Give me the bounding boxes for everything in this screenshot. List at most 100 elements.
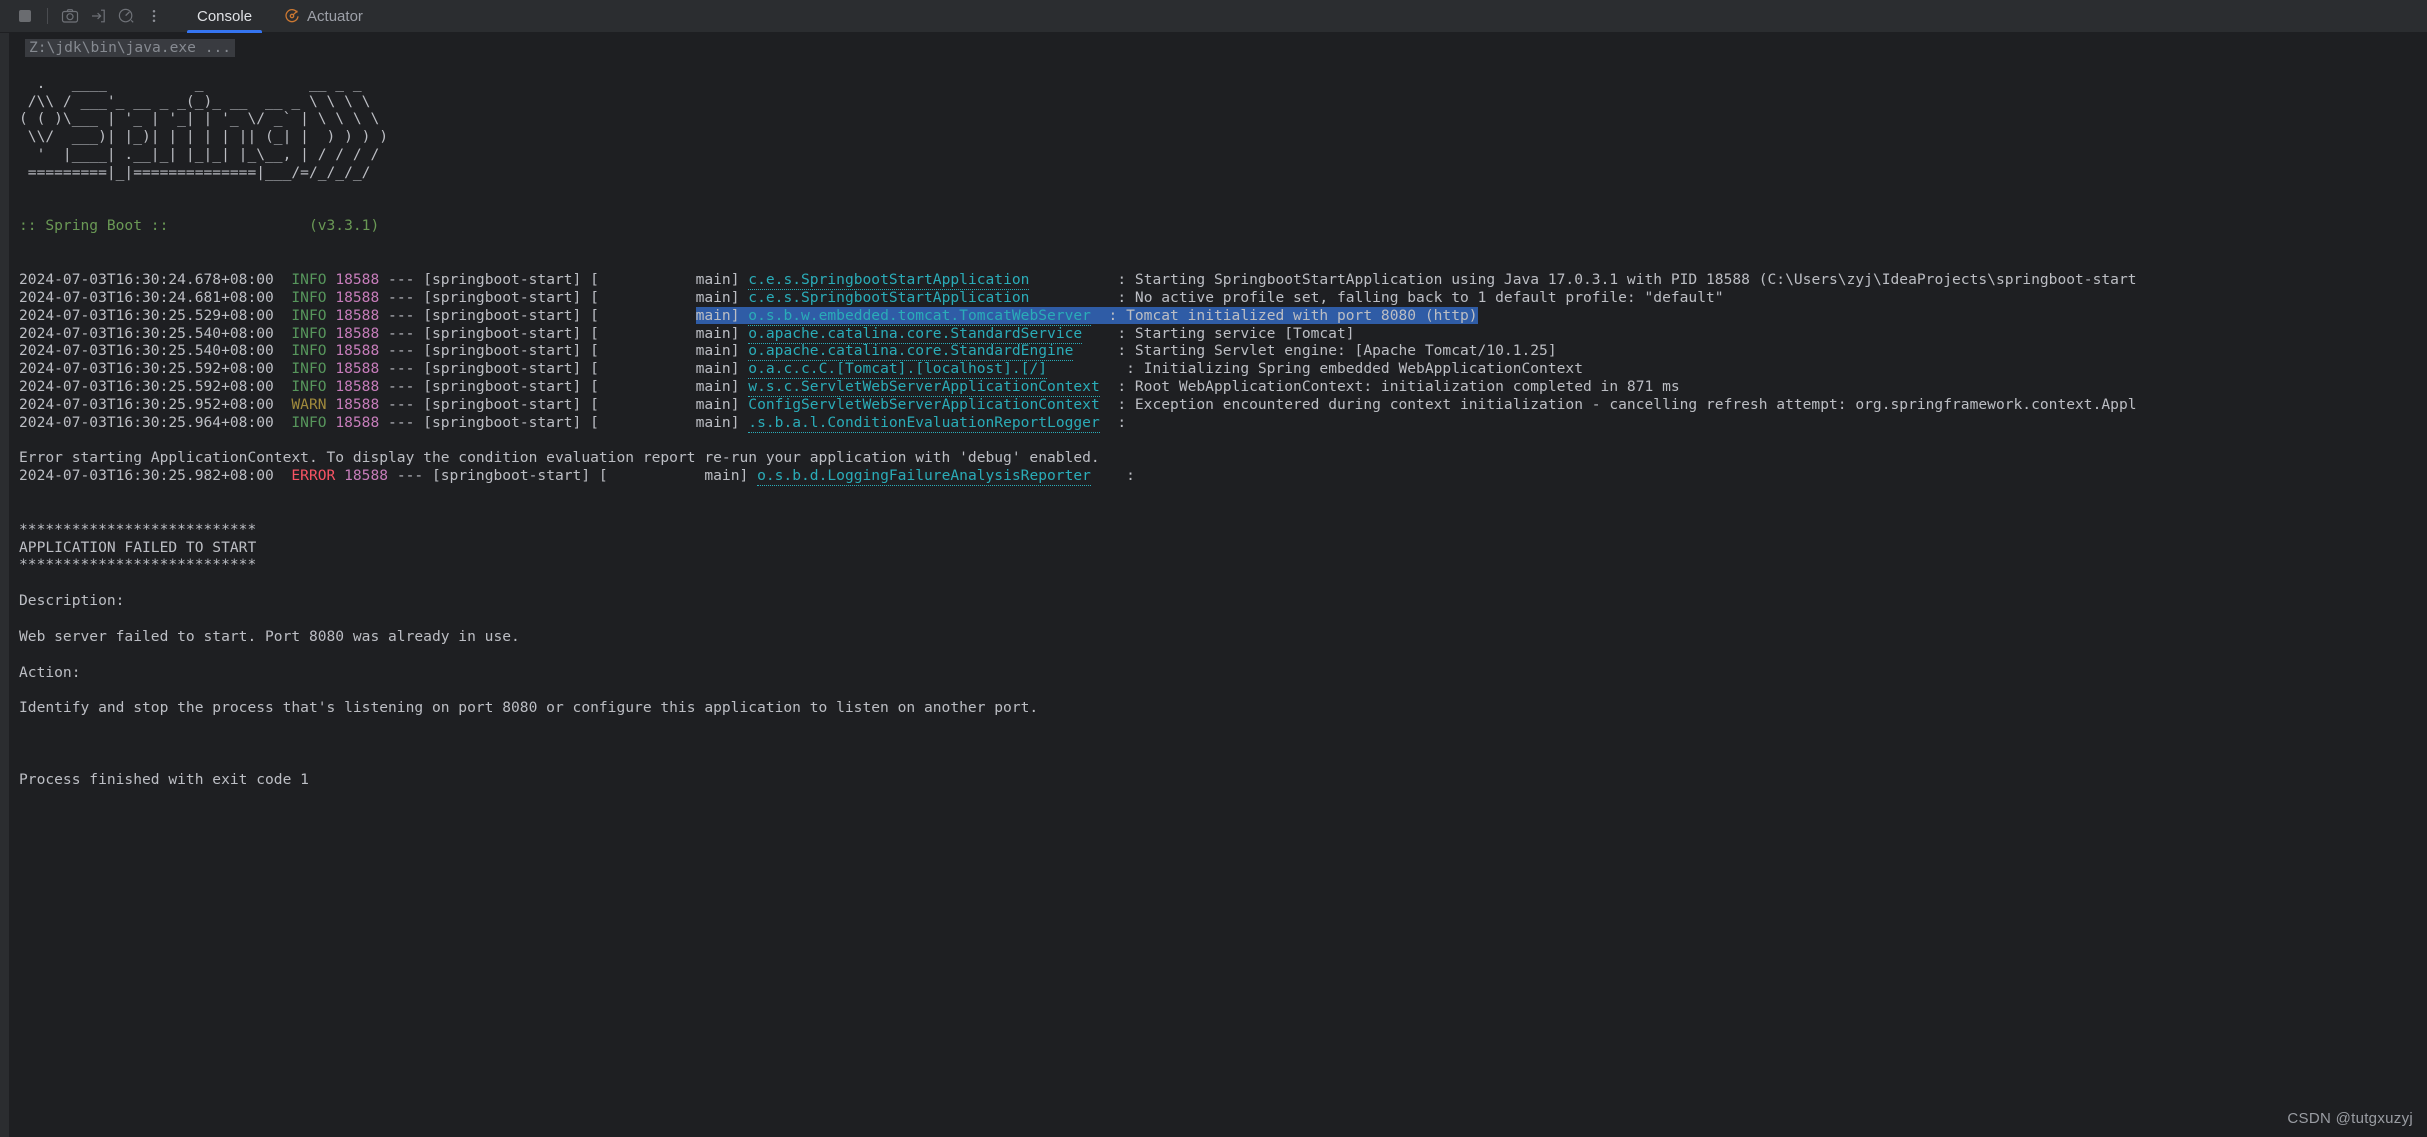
log-line-body: o.a.c.c.C.[Tomcat].[localhost].[/] : Ini… (748, 360, 1583, 380)
log-pid: 18588 (335, 342, 380, 360)
log-line-prefix: 2024-07-03T16:30:25.964+08:00 INFO 18588… (19, 414, 748, 431)
csdn-watermark: CSDN @tutgxuzyj (2287, 1110, 2413, 1127)
log-logger-name[interactable]: o.s.b.w.embedded.tomcat.TomcatWebServer (748, 306, 1091, 326)
log-line-body: c.e.s.SpringbootStartApplication : Start… (748, 270, 2137, 290)
blank-after-action-text-2 (9, 735, 2427, 753)
blank-after-action-text-1 (9, 717, 2427, 735)
tab-console[interactable]: Console (181, 0, 268, 33)
log-logger-name[interactable]: w.s.c.ServletWebServerApplicationContext (748, 378, 1100, 398)
log-message: : Exception encountered during context i… (1099, 395, 2137, 413)
banner-line: ' |____| .__|_| |_|_| |_\__, | / / / / (19, 146, 380, 164)
log-line-error[interactable]: 2024-07-03T16:30:25.982+08:00 ERROR 1858… (9, 467, 2427, 487)
log-line[interactable]: 2024-07-03T16:30:25.592+08:00 INFO 18588… (9, 360, 2427, 380)
console-gutter (0, 33, 9, 1137)
banner-line (9, 182, 2427, 200)
log-logger-name[interactable]: .s.b.a.l.ConditionEvaluationReportLogger (748, 413, 1100, 433)
gauge-icon (118, 8, 134, 23)
export-to-file-button[interactable] (85, 3, 111, 29)
log-message: : No active profile set, falling back to… (1029, 288, 1724, 306)
log-message: : Initializing Spring embedded WebApplic… (1047, 360, 1583, 378)
log-line-prefix: 2024-07-03T16:30:25.540+08:00 INFO 18588… (19, 342, 748, 359)
log-pid: 18588 (335, 288, 380, 306)
log-level: INFO (291, 306, 327, 324)
log-line-body: .s.b.a.l.ConditionEvaluationReportLogger… (748, 413, 1127, 433)
log-message: : Root WebApplicationContext: initializa… (1099, 378, 1680, 396)
log-level: INFO (291, 270, 327, 288)
tab-actuator[interactable]: Actuator (268, 0, 379, 33)
log-logger-name[interactable]: o.apache.catalina.core.StandardService (748, 324, 1083, 344)
log-line[interactable]: 2024-07-03T16:30:25.592+08:00 INFO 18588… (9, 378, 2427, 398)
spring-boot-banner: . ____ _ __ _ _ /\\ / ___'_ __ _ _(_)_ _… (9, 57, 2427, 200)
log-line-body: o.apache.catalina.core.StandardService :… (748, 324, 1355, 344)
log-level: INFO (291, 378, 327, 396)
log-timestamp: 2024-07-03T16:30:25.540+08:00 (19, 342, 292, 360)
log-line-prefix: 2024-07-03T16:30:25.952+08:00 WARN 18588… (19, 396, 748, 413)
actuator-icon (285, 9, 299, 23)
log-line-body: ConfigServletWebServerApplicationContext… (748, 396, 2136, 413)
log-line-prefix: 2024-07-03T16:30:24.678+08:00 INFO 18588… (19, 271, 748, 288)
java-command-text: Z:\jdk\bin\java.exe ... (25, 39, 236, 57)
log-line[interactable]: 2024-07-03T16:30:25.952+08:00 WARN 18588… (9, 396, 2427, 414)
log-message: : Starting SpringbootStartApplication us… (1029, 270, 2137, 288)
log-space (327, 360, 336, 377)
blank-after-description-text (9, 646, 2427, 664)
log-logger-name[interactable]: o.apache.catalina.core.StandardEngine (748, 342, 1074, 362)
log-logger-name[interactable]: o.a.c.c.C.[Tomcat].[localhost].[/] (748, 360, 1048, 380)
log-line-prefix: 2024-07-03T16:30:25.982+08:00 ERROR 1858… (19, 467, 757, 484)
log-line[interactable]: 2024-07-03T16:30:25.540+08:00 INFO 18588… (9, 324, 2427, 344)
console-output[interactable]: Z:\jdk\bin\java.exe ... . ____ _ __ _ _ … (9, 33, 2427, 1137)
failure-rule-bottom: *************************** (19, 556, 257, 574)
banner-line: ( ( )\___ | '_ | '_| | '_ \/ _` | \ \ \ … (19, 110, 380, 128)
log-timestamp: 2024-07-03T16:30:25.592+08:00 (19, 378, 292, 396)
banner-line: . ____ _ __ _ _ (19, 74, 362, 92)
log-space (327, 378, 336, 395)
log-line[interactable]: 2024-07-03T16:30:25.964+08:00 INFO 18588… (9, 413, 2427, 433)
console-command-line: Z:\jdk\bin\java.exe ... (9, 39, 2427, 57)
blank-after-error-2 (9, 503, 2427, 521)
log-timestamp: 2024-07-03T16:30:25.964+08:00 (19, 413, 292, 431)
stop-button[interactable] (12, 3, 38, 29)
run-toolbar: Console Actuator (0, 0, 2427, 33)
spring-boot-version-line: :: Spring Boot :: (v3.3.1) (19, 217, 380, 235)
log-line-selected[interactable]: 2024-07-03T16:30:25.529+08:00 INFO 18588… (9, 306, 2427, 326)
log-thread: --- [springboot-start] [ main] (379, 288, 749, 306)
log-line[interactable]: 2024-07-03T16:30:24.681+08:00 INFO 18588… (9, 288, 2427, 308)
log-pid: 18588 (335, 360, 380, 378)
log-thread: --- [springboot-start] [ main] (379, 270, 749, 288)
log-logger-name[interactable]: c.e.s.SpringbootStartApplication (748, 270, 1030, 290)
log-line-body: c.e.s.SpringbootStartApplication : No ac… (748, 288, 1724, 308)
console-tabs: Console Actuator (181, 0, 379, 33)
log-timestamp: 2024-07-03T16:30:25.540+08:00 (19, 324, 292, 342)
log-timestamp: 2024-07-03T16:30:25.592+08:00 (19, 360, 292, 378)
log-thread: --- [springboot-start] [ main] (379, 324, 749, 342)
log-space (327, 271, 336, 288)
screenshot-button[interactable] (57, 3, 83, 29)
log-level: INFO (291, 413, 327, 431)
log-pid: 18588 (335, 324, 380, 342)
log-thread: --- [springboot-start] [ main] (379, 395, 749, 413)
log-thread-token: main] (695, 306, 749, 324)
soft-wrap-gauge-button[interactable] (113, 3, 139, 29)
log-message: : (1099, 413, 1127, 431)
process-exit-line: Process finished with exit code 1 (19, 770, 309, 788)
log-line-body: w.s.c.ServletWebServerApplicationContext… (748, 378, 1680, 398)
log-thread: --- [springboot-start] [ main] (388, 467, 758, 485)
blank-after-description-label (9, 610, 2427, 628)
tab-actuator-label: Actuator (307, 7, 363, 25)
selection-highlight: main] o.s.b.w.embedded.tomcat.TomcatWebS… (695, 306, 1478, 326)
description-label: Description: (19, 592, 125, 610)
run-toolbar-actions (0, 3, 167, 29)
log-line[interactable]: 2024-07-03T16:30:24.678+08:00 INFO 18588… (9, 270, 2427, 290)
log-line-prefix: 2024-07-03T16:30:25.592+08:00 INFO 18588… (19, 360, 748, 377)
log-space (327, 325, 336, 342)
log-space (327, 342, 336, 359)
console-panel: Z:\jdk\bin\java.exe ... . ____ _ __ _ _ … (0, 33, 2427, 1137)
more-options-button[interactable] (141, 3, 167, 29)
banner-blank-3 (9, 253, 2427, 271)
log-thread: --- [springboot-start] [ main] (379, 342, 749, 360)
blank-after-error-1 (9, 485, 2427, 503)
log-line[interactable]: 2024-07-03T16:30:25.540+08:00 INFO 18588… (9, 342, 2427, 362)
log-logger-name[interactable]: o.s.b.d.LoggingFailureAnalysisReporter (757, 467, 1091, 487)
log-pid: 18588 (335, 270, 380, 288)
log-logger-name[interactable]: c.e.s.SpringbootStartApplication (748, 288, 1030, 308)
